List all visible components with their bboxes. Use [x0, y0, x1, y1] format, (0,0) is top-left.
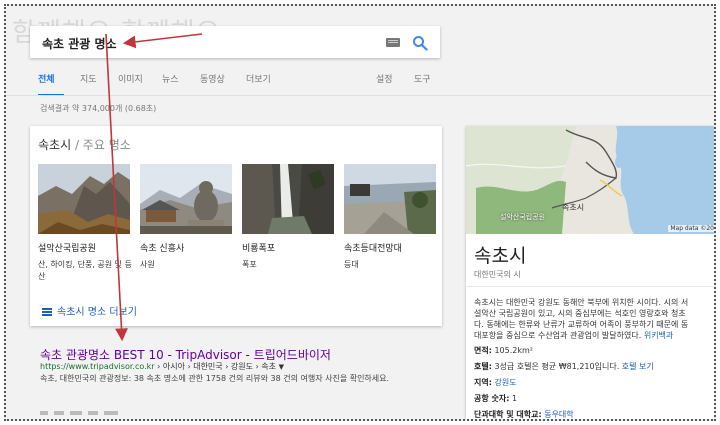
place-desc: 사원	[140, 260, 155, 269]
fact-value: 1	[511, 394, 518, 403]
tab-maps[interactable]: 지도	[80, 72, 97, 85]
place-image[interactable]	[344, 164, 436, 234]
result-url-host: https://www.tripadvisor.co.kr	[40, 362, 155, 371]
kp-title: 속초시	[474, 245, 527, 267]
tab-settings[interactable]: 설정	[376, 72, 393, 85]
place-image[interactable]	[242, 164, 334, 234]
kp-description: 속초시는 대한민국 강원도 동해안 북부에 위치한 시이다. 시의 서 설악산 …	[474, 297, 714, 341]
search-tabs: 전체 지도 이미지 뉴스 동영상 더보기 설정 도구	[36, 72, 446, 94]
tab-more[interactable]: 더보기	[246, 72, 271, 85]
kp-desc-line-last: 대포항을 중심으로 수산업과 관광업이 발달하였다. 위키백과	[474, 330, 714, 341]
next-result-partial	[40, 411, 118, 415]
fact-label: 단과대학 및 대학교:	[474, 410, 542, 419]
map-thumbnail[interactable]: 속초시 설악산국립공원 Map data ©20	[466, 126, 714, 234]
result-stats: 검색결과 약 374,000개 (0.68초)	[40, 104, 157, 113]
place-card-sinheungsa[interactable]: 속초 신흥사 사원	[140, 164, 235, 271]
list-icon	[42, 308, 52, 316]
place-image[interactable]	[38, 164, 130, 234]
kp-subtitle: 대한민국의 시	[474, 270, 521, 279]
keyboard-icon[interactable]	[386, 38, 400, 47]
kp-fact-airports: 공항 숫자: 1	[474, 393, 517, 404]
kp-divider	[466, 286, 714, 287]
kp-desc-line: 다. 동해에는 한류와 난류가 교류하여 어족이 풍부하기 때문에 동	[474, 320, 689, 329]
search-box[interactable]: 속초 관광 명소	[30, 26, 440, 58]
tab-all[interactable]: 전체	[38, 72, 55, 85]
place-name[interactable]: 속초등대전망대	[344, 241, 439, 254]
hotels-link[interactable]: 호텔 보기	[622, 362, 654, 371]
places-title-separator: /	[71, 138, 83, 152]
places-title-sub: 주요 명소	[82, 138, 131, 152]
kp-desc-line: 설악산 국립공원이 있고, 시의 중심부에는 석호인 영랑호와 청초	[474, 309, 686, 318]
kp-fact-universities: 단과대학 및 대학교: 동우대학	[474, 409, 574, 419]
screenshot-frame: 함께해요 함께해요 속초 관광 명소 전체 지도 이미지 뉴스 동영상 더보기 …	[4, 4, 716, 421]
fact-label: 지역:	[474, 378, 492, 387]
more-places-label[interactable]: 속초시 명소 더보기	[57, 307, 137, 318]
place-desc: 산, 하이킹, 단풍, 공원 및 등산	[38, 260, 132, 281]
place-card-seoraksan[interactable]: 설악산국립공원 산, 하이킹, 단풍, 공원 및 등산	[38, 164, 133, 283]
place-name[interactable]: 설악산국립공원	[38, 241, 133, 254]
place-name[interactable]: 속초 신흥사	[140, 241, 235, 254]
tab-images[interactable]: 이미지	[118, 72, 143, 85]
more-places-link[interactable]: 속초시 명소 더보기	[42, 303, 137, 318]
map-city-label: 속초시	[562, 203, 585, 212]
university-link[interactable]: 동우대학	[544, 410, 573, 419]
place-card-biryong-falls[interactable]: 비룡폭포 폭포	[242, 164, 337, 271]
tab-news[interactable]: 뉴스	[162, 72, 179, 85]
fact-label: 호텔:	[474, 362, 492, 371]
fact-label: 공항 숫자:	[474, 394, 510, 403]
result-snippet: 속초, 대한민국의 관광정보: 38 속초 명소에 관한 1758 건의 리뷰와…	[40, 374, 390, 383]
url-dropdown-caret-icon[interactable]: ▼	[279, 363, 284, 371]
fact-value: 105.2km²	[494, 346, 534, 355]
map-attribution: Map data ©20	[668, 225, 714, 232]
kp-fact-region: 지역: 강원도	[474, 377, 517, 388]
search-input[interactable]: 속초 관광 명소	[42, 35, 117, 52]
tabs-divider	[6, 95, 714, 96]
kp-fact-hotels: 호텔: 3성급 호텔은 평균 ₩81,210입니다. 호텔 보기	[474, 361, 654, 372]
wikipedia-link[interactable]: 위키백과	[644, 331, 673, 340]
region-link[interactable]: 강원도	[494, 378, 516, 387]
place-desc: 등대	[344, 260, 359, 269]
tab-videos[interactable]: 동영상	[200, 72, 225, 85]
places-card: 속초시 / 주요 명소 설악산국립공원 산, 하이킹, 단풍, 공원 및 등산	[30, 126, 442, 326]
kp-fact-area: 면적: 105.2km²	[474, 345, 533, 356]
kp-desc-line: 속초시는 대한민국 강원도 동해안 북부에 위치한 시이다. 시의 서	[474, 298, 689, 307]
result-url: https://www.tripadvisor.co.kr › 아시아 › 대한…	[40, 361, 284, 372]
tab-tools[interactable]: 도구	[414, 72, 431, 85]
result-url-breadcrumb: › 아시아 › 대한민국 › 강원도 › 속초	[154, 362, 279, 371]
place-desc: 폭포	[242, 260, 257, 269]
places-title: 속초시 / 주요 명소	[38, 136, 131, 153]
kp-desc-line: 대포항을 중심으로 수산업과 관광업이 발달하였다.	[474, 331, 642, 340]
knowledge-panel: 속초시 설악산국립공원 Map data ©20 속초시 대한민국의 시 속초시…	[466, 126, 714, 419]
fact-label: 면적:	[474, 346, 492, 355]
place-card-lighthouse[interactable]: 속초등대전망대 등대	[344, 164, 439, 271]
place-image[interactable]	[140, 164, 232, 234]
map-park-label: 설악산국립공원	[500, 213, 546, 221]
places-title-main[interactable]: 속초시	[38, 138, 71, 152]
fact-value: 3성급 호텔은 평균 ₩81,210입니다.	[494, 362, 622, 371]
search-icon[interactable]	[412, 35, 428, 51]
place-name[interactable]: 비룡폭포	[242, 241, 337, 254]
